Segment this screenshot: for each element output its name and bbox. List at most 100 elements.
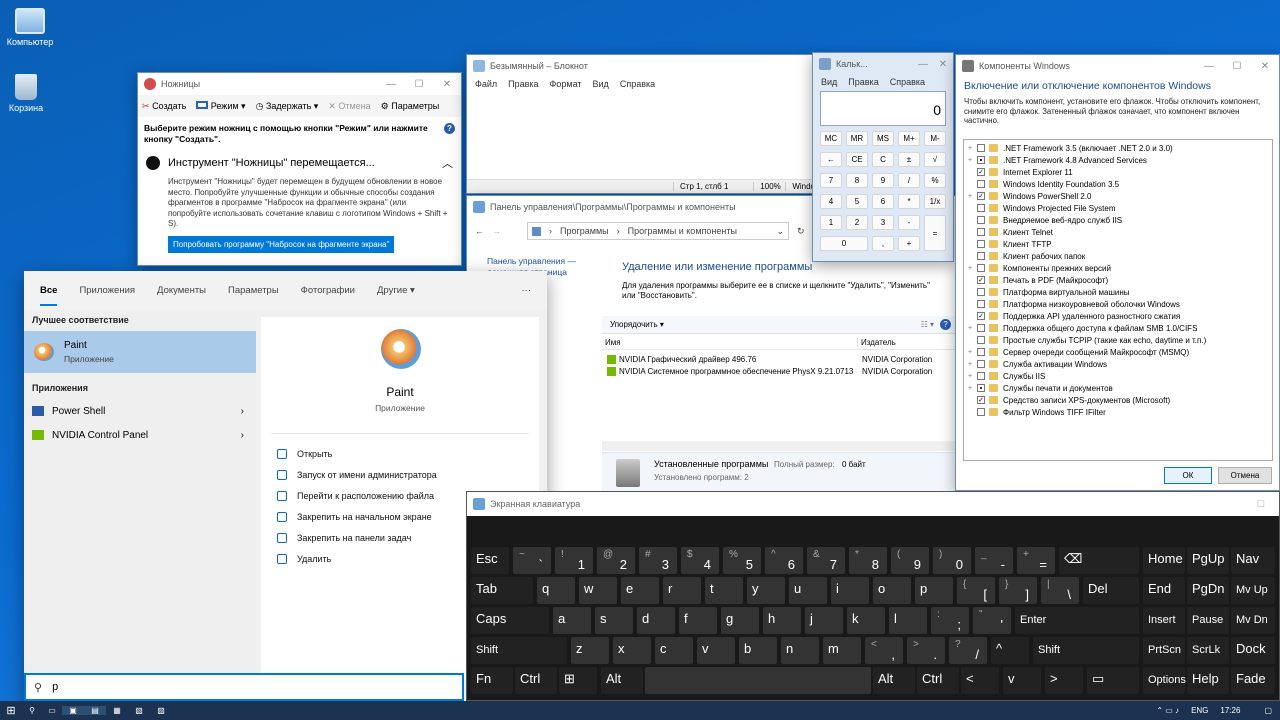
desktop-icon-computer[interactable]: Компьютер bbox=[0, 8, 60, 47]
key-j[interactable]: j bbox=[805, 607, 843, 634]
key-home[interactable]: Home bbox=[1143, 547, 1185, 574]
address-bar[interactable]: › Программы › Программы и компоненты ⌄ bbox=[527, 222, 789, 240]
feature-item[interactable]: Клиент рабочих папок bbox=[968, 250, 1268, 262]
taskbar-app-icon[interactable]: ▧ bbox=[128, 706, 150, 715]
expand-icon[interactable]: + bbox=[968, 157, 977, 164]
key-t[interactable]: t bbox=[705, 577, 743, 604]
key-x8862[interactable]: ⊞ bbox=[559, 667, 597, 694]
key-fn[interactable]: Fn bbox=[471, 667, 513, 694]
feature-item[interactable]: Windows Identity Foundation 3.5 bbox=[968, 178, 1268, 190]
feature-item[interactable]: + Сервер очереди сообщений Майкрософт (MS… bbox=[968, 346, 1268, 358]
key-1[interactable]: ! 1 bbox=[555, 547, 593, 574]
view-icon[interactable]: ☷ ▾ bbox=[921, 320, 934, 329]
feature-checkbox[interactable] bbox=[977, 264, 985, 272]
key-s[interactable]: s bbox=[595, 607, 633, 634]
windows-start-icon[interactable]: ⊞ bbox=[0, 704, 22, 717]
maximize-button[interactable]: ☐ bbox=[1257, 499, 1265, 510]
feature-item[interactable]: + Служба активации Windows bbox=[968, 358, 1268, 370]
key-x39[interactable]: " ' bbox=[973, 607, 1011, 634]
expand-icon[interactable]: + bbox=[968, 193, 977, 200]
key-x62[interactable]: > bbox=[1045, 667, 1083, 694]
key-g[interactable]: g bbox=[721, 607, 759, 634]
key-k[interactable]: k bbox=[847, 607, 885, 634]
calc-key-ce[interactable]: CE bbox=[846, 152, 868, 167]
search-input[interactable]: p bbox=[52, 681, 58, 693]
calc-key-divide[interactable]: / bbox=[898, 173, 920, 188]
forward-icon[interactable]: → bbox=[492, 226, 501, 236]
feature-item[interactable]: + Компоненты прежних версий bbox=[968, 262, 1268, 274]
feature-checkbox[interactable] bbox=[977, 240, 985, 248]
key-l[interactable]: l bbox=[889, 607, 927, 634]
close-button[interactable]: ✕ bbox=[933, 59, 953, 70]
feature-checkbox[interactable] bbox=[977, 300, 985, 308]
action-open[interactable]: Открыть bbox=[261, 443, 539, 464]
calc-key-plus[interactable]: + bbox=[898, 236, 920, 251]
calc-key-backspace[interactable]: ← bbox=[820, 152, 842, 167]
calc-key-multiply[interactable]: * bbox=[898, 194, 920, 209]
feature-checkbox[interactable] bbox=[977, 156, 985, 164]
minimize-button[interactable]: — bbox=[913, 59, 933, 70]
calc-key-4[interactable]: 4 bbox=[820, 194, 842, 209]
key-b[interactable]: b bbox=[739, 637, 777, 664]
calc-key-ms[interactable]: MS bbox=[872, 131, 894, 146]
key-x44[interactable]: <, bbox=[865, 637, 903, 664]
key-alt[interactable]: Alt bbox=[601, 667, 643, 694]
calc-key-plus-minus[interactable]: ± bbox=[898, 152, 920, 167]
key-enter[interactable]: Enter bbox=[1015, 607, 1139, 634]
key-alt[interactable]: Alt bbox=[873, 667, 915, 694]
menu-view[interactable]: Вид bbox=[821, 77, 837, 87]
feature-item[interactable]: + Службы печати и документов bbox=[968, 382, 1268, 394]
key-scrlk[interactable]: ScrLk bbox=[1187, 637, 1229, 664]
key-o[interactable]: o bbox=[873, 577, 911, 604]
key-mvx32dn[interactable]: Mv Dn bbox=[1231, 607, 1275, 634]
key-5[interactable]: % 5 bbox=[723, 547, 761, 574]
key-h[interactable]: h bbox=[763, 607, 801, 634]
tab-apps[interactable]: Приложения bbox=[79, 285, 135, 296]
chevron-right-icon[interactable]: › bbox=[241, 430, 244, 441]
feature-item[interactable]: + .NET Framework 3.5 (включает .NET 2.0 и… bbox=[968, 142, 1268, 154]
key-q[interactable]: q bbox=[537, 577, 575, 604]
maximize-button[interactable]: ☐ bbox=[405, 79, 433, 90]
feature-checkbox[interactable] bbox=[977, 252, 985, 260]
feature-item[interactable]: Внедряемое веб-ядро служб IIS bbox=[968, 214, 1268, 226]
key-x46[interactable]: >. bbox=[907, 637, 945, 664]
desktop-icon-recycle-bin[interactable]: Корзина bbox=[0, 74, 56, 113]
notification-icon[interactable]: ▢ bbox=[1264, 706, 1272, 715]
key-f[interactable]: f bbox=[679, 607, 717, 634]
key-x60[interactable]: < bbox=[961, 667, 999, 694]
key-tab[interactable]: Tab bbox=[471, 577, 533, 604]
feature-item[interactable]: ✓ Печать в PDF (Майкрософт) bbox=[968, 274, 1268, 286]
search-box[interactable]: ⚲ p bbox=[24, 673, 464, 701]
key-ctrl[interactable]: Ctrl bbox=[515, 667, 557, 694]
calc-key-minus[interactable]: - bbox=[898, 215, 920, 230]
try-snip-sketch-button[interactable]: Попробовать программу "Набросок на фрагм… bbox=[168, 235, 395, 253]
key-shift[interactable]: Shift bbox=[471, 637, 567, 664]
key-insert[interactable]: Insert bbox=[1143, 607, 1185, 634]
calc-key-9[interactable]: 9 bbox=[872, 173, 894, 188]
key-p[interactable]: p bbox=[915, 577, 953, 604]
calc-key-c[interactable]: C bbox=[872, 152, 894, 167]
menu-help[interactable]: Справка bbox=[620, 79, 655, 89]
key-prtscn[interactable]: PrtScn bbox=[1143, 637, 1185, 664]
menu-help[interactable]: Справка bbox=[890, 77, 925, 87]
expand-icon[interactable]: + bbox=[968, 349, 977, 356]
expand-icon[interactable]: + bbox=[968, 385, 977, 392]
feature-checkbox[interactable]: ✓ bbox=[977, 276, 985, 284]
key-caps[interactable]: Caps bbox=[471, 607, 549, 634]
key-x93[interactable]: }] bbox=[999, 577, 1037, 604]
key-c[interactable]: c bbox=[655, 637, 693, 664]
horizontal-scrollbar[interactable] bbox=[602, 441, 955, 451]
key-help[interactable]: Help bbox=[1187, 667, 1229, 694]
feature-checkbox[interactable] bbox=[977, 228, 985, 236]
key-z[interactable]: z bbox=[571, 637, 609, 664]
taskbar-app-icon[interactable]: ▦ bbox=[106, 706, 128, 715]
expand-icon[interactable]: + bbox=[968, 265, 977, 272]
ok-button[interactable]: ОК bbox=[1164, 467, 1212, 484]
tray-icons[interactable]: ⌃ ▭ ♪ bbox=[1156, 706, 1179, 715]
feature-checkbox[interactable] bbox=[977, 384, 985, 392]
feature-checkbox[interactable] bbox=[977, 372, 985, 380]
feature-item[interactable]: + Поддержка общего доступа к файлам SMB 1… bbox=[968, 322, 1268, 334]
key-v[interactable]: v bbox=[1003, 667, 1041, 694]
tab-photos[interactable]: Фотографии bbox=[301, 285, 355, 296]
collapse-icon[interactable]: ︿ bbox=[442, 155, 453, 171]
